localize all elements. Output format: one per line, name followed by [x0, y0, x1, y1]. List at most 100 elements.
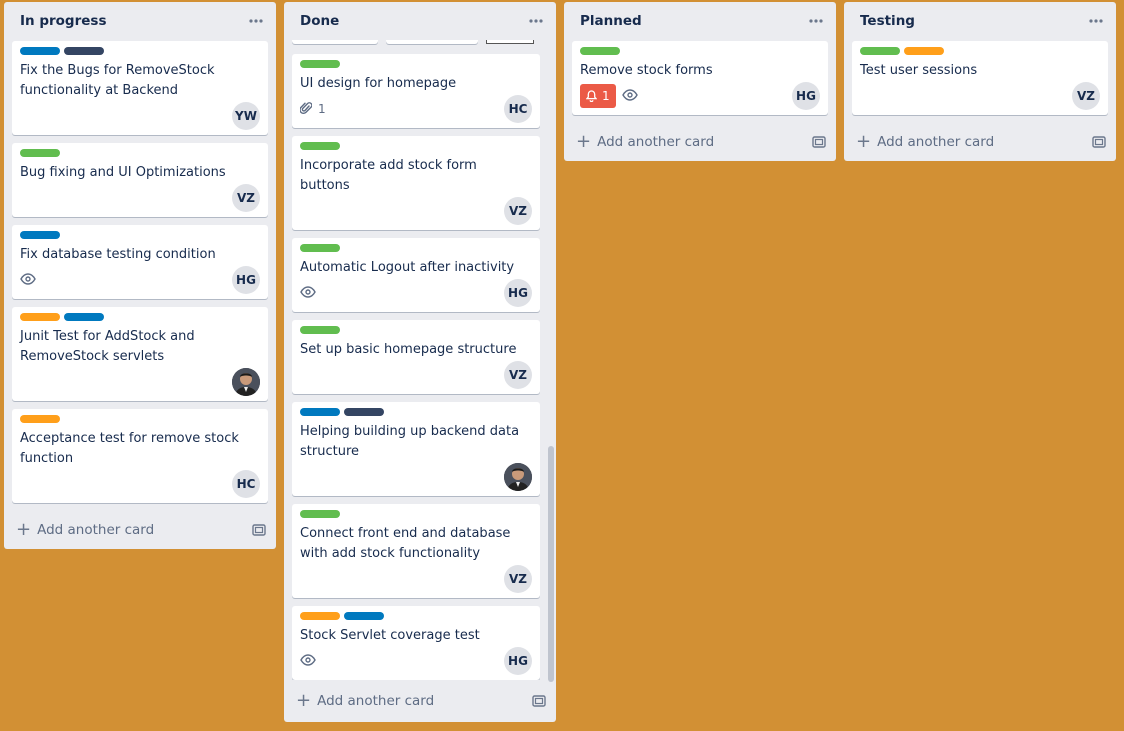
card-title: Junit Test for AddStock and RemoveStock …	[20, 329, 195, 364]
list-header: Done	[284, 2, 556, 40]
eye-icon	[300, 285, 316, 301]
add-card-button[interactable]: + Add another card	[296, 692, 434, 710]
member-avatar-photo[interactable]	[504, 463, 532, 491]
add-card-button[interactable]: + Add another card	[16, 521, 154, 539]
member-avatar[interactable]: HG	[232, 266, 260, 294]
add-card-label: Add another card	[317, 693, 435, 709]
card-template-icon[interactable]	[532, 695, 546, 707]
card-labels	[300, 408, 532, 416]
card[interactable]: Fix the Bugs for RemoveStock functionali…	[12, 41, 268, 135]
card-template-icon[interactable]	[812, 136, 826, 148]
list-planned: Planned Remove stock forms 1 HG + Add an…	[564, 2, 836, 161]
plus-icon: +	[16, 519, 32, 540]
card-title: Automatic Logout after inactivity	[300, 260, 515, 275]
label-green	[300, 244, 340, 252]
card-title: Bug fixing and UI Optimizations	[20, 165, 226, 180]
card[interactable]: Acceptance test for remove stock functio…	[12, 409, 268, 503]
member-avatar[interactable]: HG	[792, 82, 820, 110]
eye-icon	[300, 653, 316, 669]
card[interactable]: Connect front end and database with add …	[292, 504, 540, 598]
card[interactable]: Bug fixing and UI Optimizations VZ	[12, 143, 268, 217]
card[interactable]: UI design for homepage 1 HC	[292, 54, 540, 128]
list-title[interactable]: In progress	[20, 13, 106, 29]
member-avatar[interactable]: HC	[232, 470, 260, 498]
add-card-label: Add another card	[597, 134, 715, 150]
card-labels	[580, 47, 820, 55]
label-green	[300, 60, 340, 68]
more-options-icon[interactable]	[1084, 9, 1108, 33]
label-orange	[20, 313, 60, 321]
card[interactable]: Junit Test for AddStock and RemoveStock …	[12, 307, 268, 401]
card-labels	[300, 142, 532, 150]
notification-badge[interactable]: 1	[580, 84, 616, 108]
card-title: Helping building up backend data structu…	[300, 424, 520, 459]
label-blue	[20, 231, 60, 239]
member-avatar[interactable]: HG	[504, 279, 532, 307]
list-title[interactable]: Done	[300, 13, 339, 29]
label-green	[20, 149, 60, 157]
card-template-icon[interactable]	[1092, 136, 1106, 148]
member-avatar[interactable]: VZ	[504, 565, 532, 593]
card-title: Incorporate add stock form buttons	[300, 158, 477, 193]
label-orange	[300, 612, 340, 620]
card-title: Test user sessions	[860, 63, 978, 78]
label-blue	[20, 47, 60, 55]
card[interactable]: Fix database testing condition HG	[12, 225, 268, 299]
add-card-button[interactable]: + Add another card	[576, 133, 714, 151]
plus-icon: +	[856, 131, 872, 152]
partial-card-cover	[292, 40, 534, 46]
add-card-row: + Add another card	[844, 123, 1116, 161]
card-labels	[300, 244, 532, 252]
list-testing: Testing Test user sessions VZ + Add anot…	[844, 2, 1116, 161]
label-orange	[904, 47, 944, 55]
add-card-label: Add another card	[877, 134, 995, 150]
card[interactable]: Automatic Logout after inactivity HG	[292, 238, 540, 312]
plus-icon: +	[576, 131, 592, 152]
card[interactable]: Incorporate add stock form buttons VZ	[292, 136, 540, 230]
list-done: Done UI design for homepage 1 HC Incorpo…	[284, 2, 556, 722]
label-green	[300, 510, 340, 518]
member-avatar[interactable]: VZ	[1072, 82, 1100, 110]
card[interactable]: Test user sessions VZ	[852, 41, 1108, 115]
card[interactable]: Set up basic homepage structure VZ	[292, 320, 540, 394]
label-dark	[344, 408, 384, 416]
more-options-icon[interactable]	[524, 9, 548, 33]
member-avatar[interactable]: YW	[232, 102, 260, 130]
card-labels	[300, 510, 532, 518]
bell-icon	[586, 90, 597, 102]
card-template-icon[interactable]	[252, 524, 266, 536]
member-avatar[interactable]: VZ	[232, 184, 260, 212]
member-avatar[interactable]: HG	[504, 647, 532, 675]
card-labels	[20, 415, 260, 423]
more-options-icon[interactable]	[244, 9, 268, 33]
member-avatar[interactable]: VZ	[504, 197, 532, 225]
label-green	[300, 326, 340, 334]
done-card-scroller[interactable]: UI design for homepage 1 HC Incorporate …	[284, 40, 556, 680]
card[interactable]: Stock Servlet coverage test HG	[292, 606, 540, 680]
member-avatar[interactable]: HC	[504, 95, 532, 123]
add-card-button[interactable]: + Add another card	[856, 133, 994, 151]
card-labels	[20, 313, 260, 321]
list-title[interactable]: Testing	[860, 13, 915, 29]
label-blue	[64, 313, 104, 321]
more-options-icon[interactable]	[804, 9, 828, 33]
add-card-row: + Add another card	[284, 682, 556, 720]
add-card-row: + Add another card	[4, 511, 276, 549]
label-orange	[20, 415, 60, 423]
member-avatar-photo[interactable]	[232, 368, 260, 396]
card[interactable]: Helping building up backend data structu…	[292, 402, 540, 496]
card[interactable]: Remove stock forms 1 HG	[572, 41, 828, 115]
label-dark	[64, 47, 104, 55]
list-header: Planned	[564, 2, 836, 40]
list-header: Testing	[844, 2, 1116, 40]
card-labels	[20, 231, 260, 239]
list-title[interactable]: Planned	[580, 13, 642, 29]
card-labels	[20, 47, 260, 55]
member-avatar[interactable]: VZ	[504, 361, 532, 389]
card-title: Fix the Bugs for RemoveStock functionali…	[20, 63, 215, 98]
card-title: Remove stock forms	[580, 63, 713, 78]
label-blue	[300, 408, 340, 416]
card-labels	[300, 612, 532, 620]
label-green	[860, 47, 900, 55]
list-scrollbar[interactable]	[548, 446, 554, 682]
